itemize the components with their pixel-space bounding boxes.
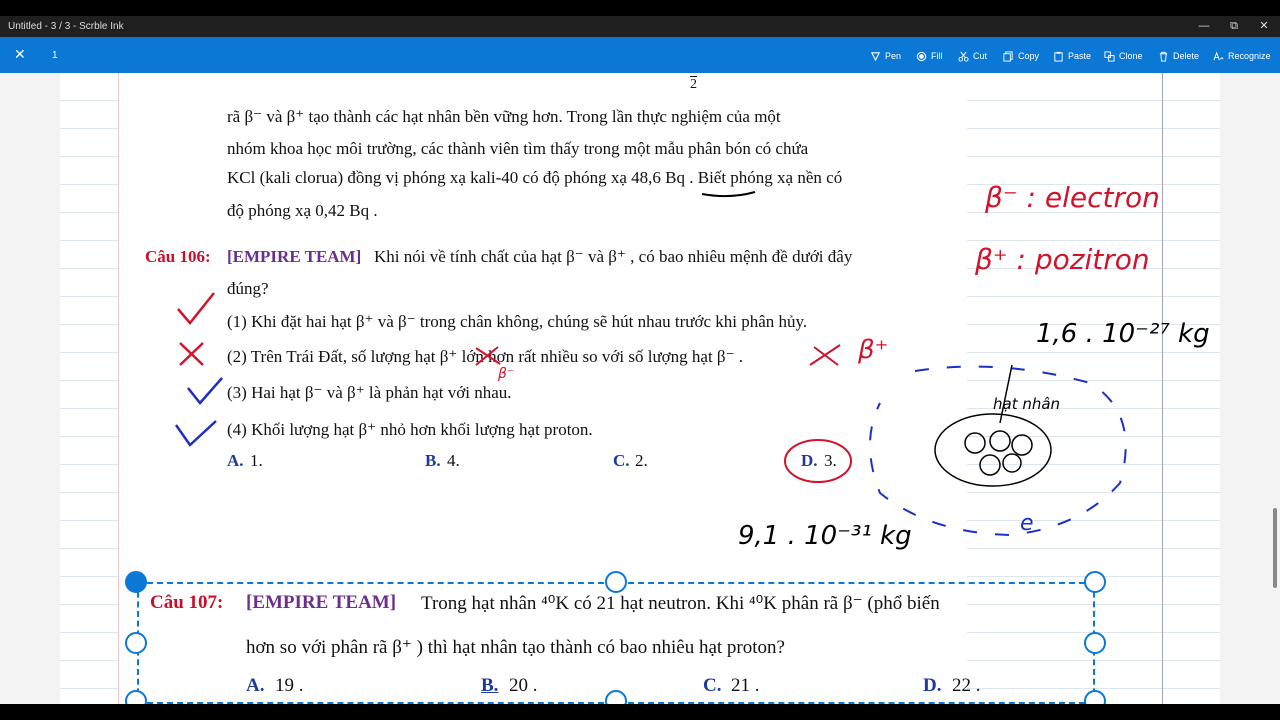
q106-statement-3: (3) Hai hạt β⁻ và β⁺ là phản hạt với nha…: [227, 383, 512, 402]
handwriting-nucleus-label: hạt nhân: [993, 395, 1061, 413]
close-window-button[interactable]: ✕: [1256, 19, 1272, 33]
para-line-1: rã β⁻ và β⁺ tạo thành các hạt nhân bền v…: [227, 107, 781, 126]
paste-tool-button[interactable]: Paste: [1053, 50, 1091, 62]
para-line-4: độ phóng xạ 0,42 Bq .: [227, 201, 378, 220]
pen-icon: [870, 51, 881, 61]
q106-label: Câu 106:: [145, 247, 211, 266]
selection-handle-top-right[interactable]: [1084, 571, 1106, 593]
paste-label: Paste: [1068, 51, 1092, 61]
fill-icon: [916, 51, 927, 61]
q106-text-1: Khi nói về tính chất của hạt β⁻ và β⁺ , …: [374, 247, 853, 266]
selection-rotate-handle[interactable]: [125, 571, 147, 593]
copy-label: Copy: [1018, 51, 1040, 61]
bottom-bar: [0, 704, 1280, 720]
fill-tool-button[interactable]: Fill: [916, 50, 943, 62]
app-toolbar: ✕ 1 Pen Fill Cut Copy Paste Clone Delete…: [0, 37, 1280, 73]
q106-statement-2: (2) Trên Trái Đất, số lượng hạt β⁺ lớn h…: [227, 347, 744, 366]
delete-label: Delete: [1173, 51, 1200, 61]
q106-option-d-letter: D.: [801, 451, 818, 470]
para-line-3: KCl (kali clorua) đồng vị phóng xạ kali-…: [227, 168, 843, 187]
q106-option-a-letter: A.: [227, 451, 244, 470]
q106-statement-4: (4) Khối lượng hạt β⁺ nhỏ hơn khối lượng…: [227, 420, 593, 439]
selection-handle-top[interactable]: [605, 571, 627, 593]
vertical-scrollbar[interactable]: [1273, 508, 1277, 588]
cut-label: Cut: [973, 51, 988, 61]
copy-icon: [1003, 50, 1013, 62]
delete-tool-button[interactable]: Delete: [1158, 50, 1199, 62]
top-fragment: 2: [690, 77, 697, 92]
selection-box[interactable]: [137, 582, 1095, 704]
paste-icon: [1054, 51, 1063, 62]
clone-label: Clone: [1119, 51, 1143, 61]
q106-option-d-value: 3.: [824, 451, 837, 470]
pen-label: Pen: [885, 51, 902, 61]
canvas-margin-left: [0, 73, 60, 704]
handwriting-electron-label: e: [1020, 511, 1034, 536]
q106-option-c-letter: C.: [613, 451, 630, 470]
q106-option-b-letter: B.: [425, 451, 441, 470]
minimize-button[interactable]: —: [1196, 19, 1212, 33]
page-number: 1: [52, 50, 58, 61]
q106-option-a-value: 1.: [250, 451, 263, 470]
trash-icon: [1159, 51, 1168, 62]
q106-option-c-value: 2.: [635, 451, 648, 470]
q106-option-b-value: 4.: [447, 451, 460, 470]
fill-label: Fill: [931, 51, 943, 61]
clone-tool-button[interactable]: Clone: [1104, 50, 1143, 62]
handwriting-beta-plus-note: β⁺: [858, 335, 889, 365]
pen-tool-button[interactable]: Pen: [870, 50, 901, 62]
maximize-button[interactable]: ⧉: [1226, 19, 1242, 33]
canvas-margin-right: [1220, 73, 1280, 704]
copy-tool-button[interactable]: Copy: [1003, 50, 1039, 62]
handwriting-beta-minus: β⁻ : electron: [985, 181, 1160, 214]
cut-tool-button[interactable]: Cut: [958, 50, 987, 62]
recognize-label: Recognize: [1228, 51, 1271, 61]
handwriting-electron-mass: 9,1 . 10⁻³¹ kg: [738, 521, 912, 551]
handwriting-beta-plus: β⁺ : pozitron: [975, 243, 1150, 276]
recognize-icon: [1213, 51, 1224, 60]
ink-canvas[interactable]: 2 rã β⁻ và β⁺ tạo thành các hạt nhân bền…: [0, 73, 1280, 704]
q106-text-2: đúng?: [227, 279, 269, 298]
selection-handle-right[interactable]: [1084, 632, 1106, 654]
selection-handle-left[interactable]: [125, 632, 147, 654]
window-title: Untitled - 3 / 3 - Scrble Ink: [8, 21, 124, 32]
para-line-2: nhóm khoa học môi trường, các thành viên…: [227, 139, 809, 158]
paper-right-margin-line: [1162, 73, 1163, 704]
q106-statement-1: (1) Khi đặt hai hạt β⁺ và β⁻ trong chân …: [227, 312, 808, 331]
clone-icon: [1104, 50, 1115, 62]
handwriting-beta-minus-note: β⁻: [498, 366, 515, 382]
handwriting-proton-mass: 1,6 . 10⁻²⁷ kg: [1036, 319, 1210, 349]
recognize-tool-button[interactable]: Recognize: [1213, 50, 1271, 62]
window-titlebar: Untitled - 3 / 3 - Scrble Ink — ⧉ ✕: [0, 16, 1280, 37]
scissors-icon: [958, 51, 969, 62]
q106-team: [EMPIRE TEAM]: [227, 247, 362, 266]
close-selection-button[interactable]: ✕: [14, 47, 26, 61]
